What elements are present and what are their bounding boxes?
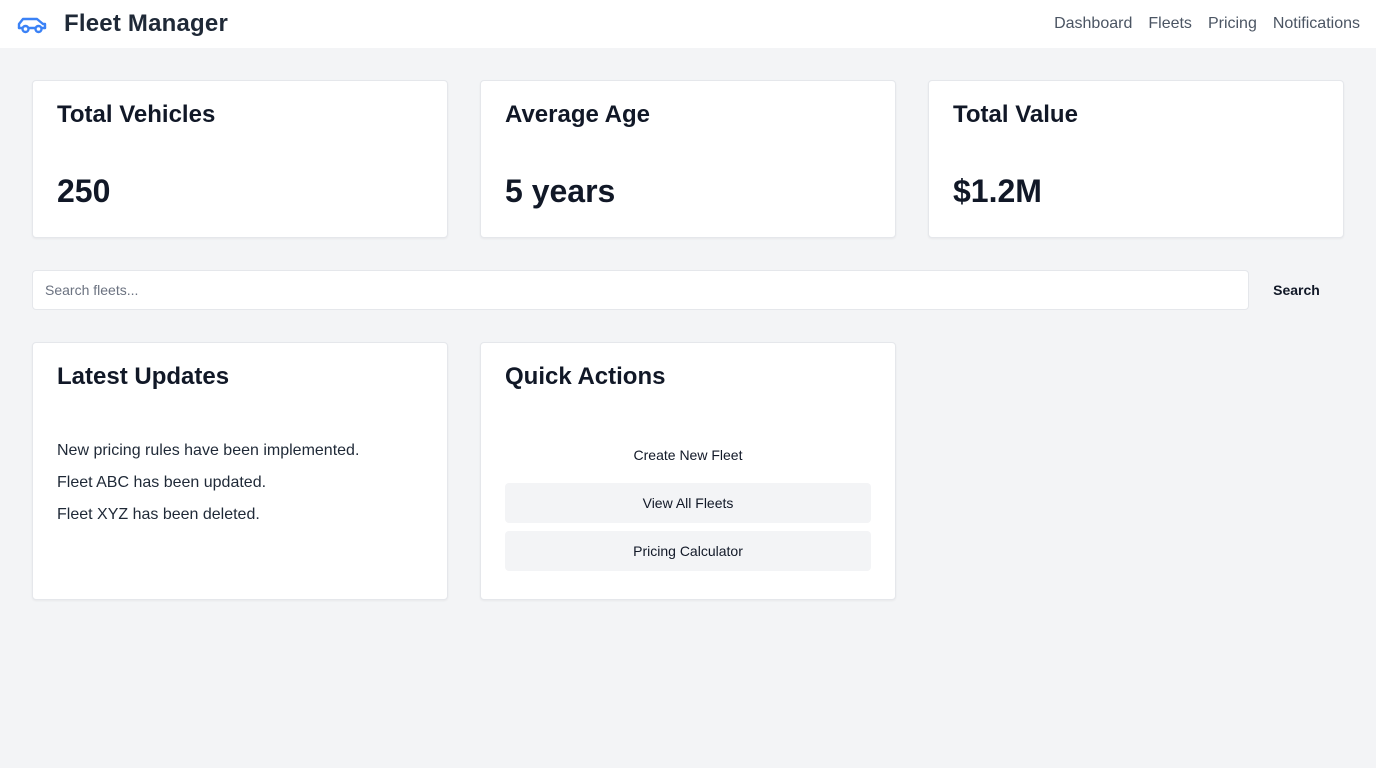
search-input[interactable] [32,270,1249,310]
view-fleets-button[interactable]: View All Fleets [505,483,871,523]
dashboard-main: Total Vehicles 250 Average Age 5 years T… [0,48,1376,600]
panel-title: Quick Actions [505,363,666,390]
stats-row: Total Vehicles 250 Average Age 5 years T… [32,80,1344,238]
panels-row: Latest Updates New pricing rules have be… [32,342,1344,600]
nav-dashboard[interactable]: Dashboard [1054,15,1132,33]
pricing-calculator-button[interactable]: Pricing Calculator [505,531,871,571]
list-item: Fleet XYZ has been deleted. [57,506,260,523]
list-item: New pricing rules have been implemented. [57,442,360,459]
panel-title: Latest Updates [57,363,230,390]
top-bar: Fleet Manager Dashboard Fleets Pricing N… [0,0,1376,48]
stat-value: 5 years [505,173,616,209]
nav-notifications[interactable]: Notifications [1273,15,1360,33]
stat-card-total-value: Total Value $1.2M [928,80,1344,238]
app-title: Fleet Manager [64,10,228,37]
stat-value: 250 [57,173,111,209]
list-item: Fleet ABC has been updated. [57,474,267,491]
stat-title: Total Value [953,101,1078,128]
search-button[interactable]: Search [1249,270,1344,310]
stat-title: Average Age [505,101,650,128]
stat-value: $1.2M [953,173,1042,209]
create-fleet-button[interactable]: Create New Fleet [505,435,871,475]
car-icon [16,12,48,36]
stat-title: Total Vehicles [57,101,216,128]
latest-updates-panel: Latest Updates New pricing rules have be… [32,342,448,600]
actions-list: Create New Fleet View All Fleets Pricing… [505,435,871,571]
search-bar: Search [32,270,1344,310]
updates-list: New pricing rules have been implemented.… [57,435,423,531]
stat-card-average-age: Average Age 5 years [480,80,896,238]
nav-pricing[interactable]: Pricing [1208,15,1257,33]
quick-actions-panel: Quick Actions Create New Fleet View All … [480,342,896,600]
brand[interactable]: Fleet Manager [16,10,228,38]
main-nav: Dashboard Fleets Pricing Notifications [1038,15,1360,33]
stat-card-total-vehicles: Total Vehicles 250 [32,80,448,238]
nav-fleets[interactable]: Fleets [1148,15,1192,33]
